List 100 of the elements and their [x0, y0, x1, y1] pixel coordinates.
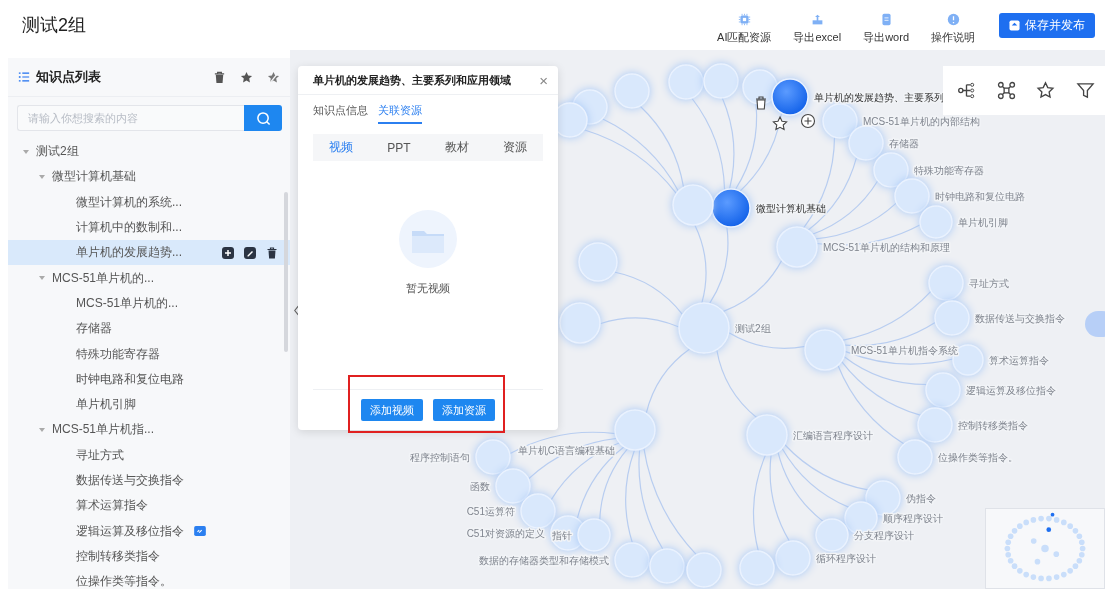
graph-node[interactable] — [614, 409, 656, 451]
tab[interactable]: 视频 — [327, 137, 355, 158]
trash-icon[interactable] — [213, 70, 226, 84]
add-button[interactable]: 添加视频 — [361, 399, 423, 421]
toolbar-button[interactable]: 导出excel — [789, 13, 846, 45]
node-label: 微型计算机基础 — [756, 203, 826, 214]
graph-node[interactable] — [649, 548, 685, 584]
graph-node[interactable] — [771, 78, 809, 116]
popup-title: 单片机的发展趋势、主要系列和应用领域 — [313, 72, 511, 88]
add-button[interactable]: 添加资源 — [433, 399, 495, 421]
add-icon[interactable] — [222, 246, 234, 259]
graph-node[interactable] — [776, 226, 818, 268]
graph-node[interactable] — [614, 542, 650, 578]
graph-node[interactable] — [925, 372, 961, 408]
node-label: 单片机的发展趋势、主要系列 — [814, 92, 944, 103]
tree-item[interactable]: 单片机引脚 — [8, 391, 290, 418]
tab[interactable]: 教材 — [442, 137, 471, 158]
graph-node[interactable] — [822, 103, 858, 139]
tree-item[interactable]: MCS-51单片机的... — [8, 265, 290, 291]
graph-node[interactable] — [475, 439, 511, 475]
toolbar-button[interactable]: 操作说明 — [927, 13, 979, 45]
node-label: 时钟电路和复位电路 — [935, 191, 1025, 202]
tree-item[interactable]: 特殊功能寄存器 — [8, 341, 290, 367]
tree-item[interactable]: 寻址方式 — [8, 442, 290, 468]
tree-item[interactable]: 测试2组 — [8, 139, 290, 165]
tree-item[interactable]: 单片机的发展趋势... — [8, 240, 290, 266]
graph-node[interactable] — [578, 242, 618, 282]
tree-item[interactable]: 存储器 — [8, 316, 290, 342]
tree-item[interactable]: 微型计算机基础 — [8, 164, 290, 190]
graph-node[interactable] — [668, 64, 704, 100]
graph-node[interactable] — [897, 439, 933, 475]
page-title: 测试2组 — [22, 14, 86, 37]
node-label: 伪指令 — [906, 493, 936, 504]
graph-node[interactable] — [919, 205, 953, 239]
graph-node[interactable] — [614, 73, 650, 109]
node-label: 循环程序设计 — [816, 553, 876, 564]
search-button[interactable] — [244, 105, 282, 131]
graph-node[interactable] — [848, 125, 884, 161]
graph-node[interactable] — [804, 329, 846, 371]
graph-node[interactable] — [678, 302, 730, 354]
trash-icon[interactable] — [266, 246, 278, 259]
tab[interactable]: PPT — [385, 138, 413, 157]
network-icon[interactable] — [996, 81, 1016, 100]
tree-item[interactable]: 数据传送与交换指令 — [8, 467, 290, 494]
graph-node[interactable] — [746, 414, 788, 456]
graph-node[interactable] — [577, 518, 611, 552]
caret-icon[interactable] — [38, 425, 46, 434]
graph-node[interactable] — [917, 407, 953, 443]
node-label: 控制转移类指令 — [958, 420, 1028, 431]
toolbar-button[interactable]: 导出word — [859, 13, 913, 45]
node-label: 汇编语言程序设计 — [793, 430, 873, 441]
star-icon[interactable] — [240, 70, 253, 84]
edit-icon[interactable] — [244, 246, 256, 259]
tree-item[interactable]: 微型计算机的系统... — [8, 189, 290, 215]
publish-button[interactable]: 保存并发布 — [999, 12, 1095, 38]
graph-node[interactable] — [711, 188, 751, 228]
graph-node[interactable] — [559, 302, 601, 344]
graph-node[interactable] — [520, 493, 556, 529]
graph-node[interactable] — [495, 468, 531, 504]
add-icon[interactable] — [800, 113, 816, 129]
node-label: 逻辑运算及移位指令 — [966, 385, 1056, 396]
tree-item[interactable]: 时钟电路和复位电路 — [8, 366, 290, 392]
close-button[interactable]: × — [539, 71, 548, 89]
trash-icon[interactable] — [755, 96, 767, 110]
search-field[interactable]: 请输入你想搜索的内容 — [17, 105, 244, 131]
graph-node[interactable] — [928, 265, 964, 301]
star-icon[interactable] — [772, 115, 788, 131]
tree-item[interactable]: 控制转移类指令 — [8, 543, 290, 570]
search-icon — [255, 110, 271, 126]
graph-node[interactable] — [686, 552, 722, 588]
graph-node[interactable] — [703, 63, 739, 99]
node-label: MCS-51单片机的内部结构 — [863, 116, 980, 127]
toolbar-button[interactable]: AI匹配资源 — [713, 13, 776, 45]
caret-icon[interactable] — [38, 172, 46, 181]
graph-node[interactable] — [775, 540, 811, 576]
caret-icon[interactable] — [22, 147, 30, 156]
tree-item[interactable]: 计算机中的数制和... — [8, 214, 290, 241]
filter-icon[interactable] — [1075, 81, 1095, 100]
document-icon — [879, 13, 893, 26]
list-icon — [18, 71, 30, 83]
tree-item[interactable]: 算术运算指令 — [8, 493, 290, 519]
node-label: MCS-51单片机的结构和原理 — [823, 242, 950, 253]
graph-node[interactable] — [672, 184, 714, 226]
node-label: 顺序程序设计 — [883, 513, 943, 524]
graph-node[interactable] — [873, 152, 909, 188]
tree-layout-icon[interactable] — [957, 81, 977, 100]
tree-item[interactable]: 逻辑运算及移位指令 — [8, 518, 290, 544]
tree-item[interactable]: MCS-51单片机指... — [8, 417, 290, 443]
star-slash-icon[interactable] — [267, 70, 280, 84]
tree-item[interactable]: 位操作类等指令。 — [8, 569, 290, 589]
graph-node[interactable] — [739, 550, 775, 586]
tab[interactable]: 资源 — [501, 137, 529, 158]
tab[interactable]: 知识点信息 — [313, 99, 368, 124]
star-icon[interactable] — [1036, 81, 1056, 100]
node-label: 函数 — [470, 481, 490, 492]
graph-node[interactable] — [894, 178, 930, 214]
graph-node[interactable] — [934, 300, 970, 336]
graph-node[interactable] — [815, 518, 849, 552]
tab[interactable]: 关联资源 — [378, 99, 422, 124]
tree-item[interactable]: MCS-51单片机的... — [8, 290, 290, 317]
